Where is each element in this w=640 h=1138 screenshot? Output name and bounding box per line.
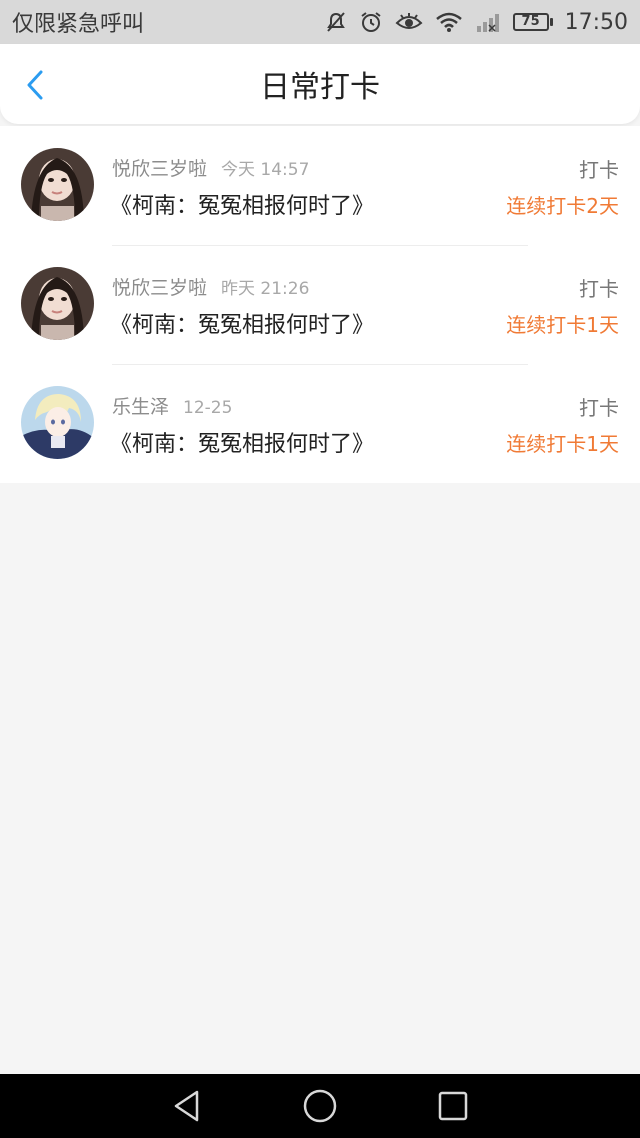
list-item[interactable]: 悦欣三岁啦 昨天 21:26 《柯南：冤冤相报何时了》 打卡 连续打卡1天 [0, 245, 640, 364]
alarm-icon [359, 10, 383, 34]
book-title: 《柯南：冤冤相报何时了》 [110, 432, 375, 457]
list-item[interactable]: 悦欣三岁啦 今天 14:57 《柯南：冤冤相报何时了》 打卡 连续打卡2天 [0, 126, 640, 245]
back-triangle-icon [174, 1090, 198, 1122]
status-bar: 仅限紧急呼叫 75 17:50 [0, 0, 640, 44]
streak-label: 连续打卡1天 [506, 313, 619, 337]
back-chevron-icon [27, 70, 43, 100]
wifi-icon [435, 11, 463, 33]
carrier-label: 仅限紧急呼叫 [12, 12, 145, 37]
user-name: 悦欣三岁啦 昨天 21:26 [112, 277, 310, 299]
page-title: 日常打卡 [260, 70, 380, 105]
checkin-list: 悦欣三岁啦 今天 14:57 《柯南：冤冤相报何时了》 打卡 连续打卡2天 悦欣三… [0, 126, 640, 483]
system-back-button[interactable] [165, 1084, 209, 1128]
checkin-label: 打卡 [579, 158, 619, 182]
signal-icon [475, 11, 501, 33]
clock: 17:50 [564, 9, 628, 35]
streak-label: 连续打卡2天 [506, 194, 619, 218]
checkin-time: 12-25 [183, 398, 233, 418]
eye-icon [395, 11, 423, 33]
checkin-label: 打卡 [579, 396, 619, 420]
header-bar: 日常打卡 [0, 44, 640, 124]
streak-label: 连续打卡1天 [506, 432, 619, 456]
avatar[interactable] [21, 386, 94, 459]
checkin-time: 昨天 21:26 [221, 279, 310, 299]
system-home-button[interactable] [298, 1084, 342, 1128]
battery-level: 75 [512, 13, 549, 31]
back-button[interactable] [18, 68, 52, 102]
book-title: 《柯南：冤冤相报何时了》 [110, 313, 375, 338]
user-name: 乐生泽 12-25 [112, 396, 233, 418]
status-icons: 75 17:50 [325, 10, 628, 35]
avatar[interactable] [21, 148, 94, 221]
checkin-time: 今天 14:57 [221, 160, 310, 180]
home-circle-icon [303, 1089, 337, 1123]
user-name: 悦欣三岁啦 今天 14:57 [112, 158, 310, 180]
battery-icon: 75 [512, 13, 553, 31]
recents-square-icon [439, 1091, 468, 1121]
mute-icon [325, 11, 347, 33]
system-nav-bar [0, 1074, 640, 1138]
checkin-label: 打卡 [579, 277, 619, 301]
avatar[interactable] [21, 267, 94, 340]
list-item[interactable]: 乐生泽 12-25 《柯南：冤冤相报何时了》 打卡 连续打卡1天 [0, 364, 640, 483]
system-recents-button[interactable] [431, 1084, 475, 1128]
book-title: 《柯南：冤冤相报何时了》 [110, 194, 375, 219]
